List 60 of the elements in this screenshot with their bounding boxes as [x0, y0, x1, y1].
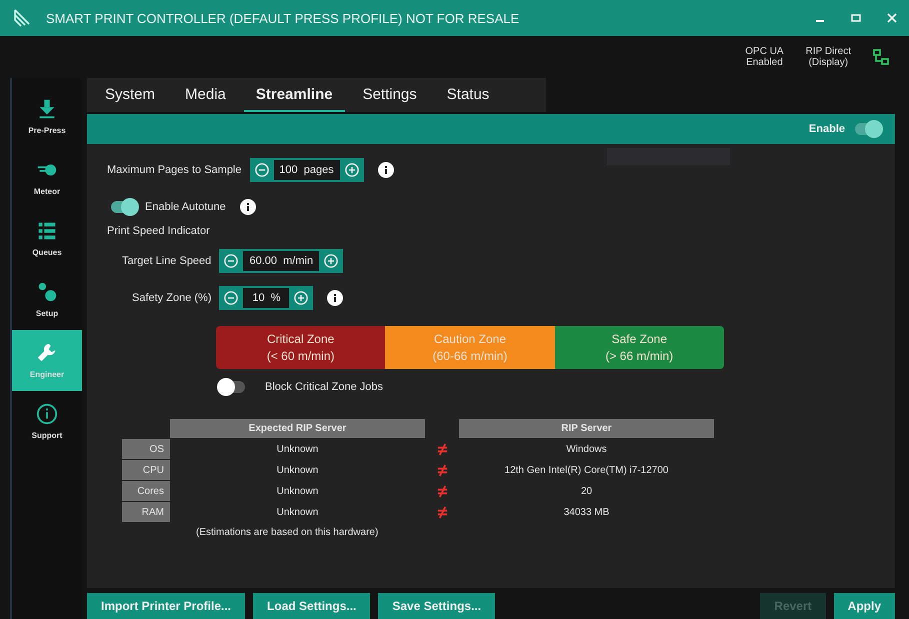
sidebar-item[interactable]: Setup	[12, 269, 82, 330]
table-cell-text: Windows	[565, 442, 608, 456]
connection-status: RIP Direct (Display)	[806, 46, 851, 68]
tab[interactable]: System	[93, 78, 168, 112]
table-cell-text: 34033 MB	[562, 506, 610, 520]
info-icon[interactable]	[240, 199, 256, 215]
table-cell-text: Unknown	[276, 506, 320, 520]
wrench-icon	[36, 342, 58, 364]
tab[interactable]: Media	[173, 78, 238, 112]
autotune-label: Enable Autotune	[145, 201, 226, 213]
table-cell-text: Unknown	[276, 464, 320, 478]
app-logo-icon	[12, 8, 32, 28]
table-cell-text: 20	[580, 484, 594, 498]
sidebar-item[interactable]: Support	[12, 391, 82, 452]
sidebar-item[interactable]: Pre-Press	[12, 86, 82, 147]
info-icon	[36, 403, 58, 425]
info-icon[interactable]	[327, 290, 344, 306]
row-header: RAM	[122, 502, 170, 522]
field-label: Target Line Speed	[122, 255, 212, 267]
window-title: SMART PRINT CONTROLLER (DEFAULT PRESS PROFILE) NOT FOR RESALE	[46, 10, 520, 26]
info-icon[interactable]	[378, 162, 394, 178]
column-header: RIP Server	[459, 419, 714, 438]
row-header: Cores	[122, 481, 170, 501]
speed-zone: Caution Zone (60-66 m/min)	[385, 326, 555, 369]
table-cell-text: 12th Gen Intel(R) Core(TM) i7-12700	[504, 464, 670, 478]
row-header: OS	[122, 439, 170, 459]
minus-icon	[224, 291, 238, 305]
plus-icon	[294, 291, 308, 305]
sidebar-item[interactable]: Queues	[12, 208, 82, 269]
enable-label: Enable	[808, 123, 845, 135]
pages-field[interactable]: 100 pages	[274, 160, 340, 180]
minus-icon	[224, 254, 238, 268]
speed-field[interactable]: 60.00 m/min	[243, 251, 320, 271]
network-icon[interactable]	[873, 49, 889, 65]
close-icon[interactable]	[887, 13, 897, 23]
sidebar-item[interactable]: Meteor	[12, 147, 82, 208]
table-cell-text: Unknown	[276, 484, 320, 498]
field-label: Safety Zone (%)	[132, 292, 212, 304]
speed-zone: Safe Zone (> 66 m/min)	[554, 326, 724, 369]
tab[interactable]: Streamline	[244, 78, 345, 112]
connection-status: OPC UA Enabled	[745, 46, 784, 68]
block-label: Block Critical Zone Jobs	[265, 381, 383, 393]
maximize-icon[interactable]	[851, 13, 861, 23]
list-icon	[36, 220, 58, 242]
row-header: CPU	[122, 460, 170, 480]
tab[interactable]: Settings	[350, 78, 429, 112]
table-note: (Estimations are based on this hardware)	[195, 526, 380, 538]
autotune-toggle[interactable]	[111, 201, 137, 213]
safety-field[interactable]: 10 %	[243, 288, 290, 308]
speed-zone: Critical Zone (< 60 m/min)	[216, 326, 386, 369]
minus-icon	[254, 163, 268, 177]
section-title: Print Speed Indicator	[107, 225, 210, 237]
column-header: Expected RIP Server	[170, 419, 425, 438]
block-toggle[interactable]	[219, 381, 245, 393]
plus-icon	[344, 163, 358, 177]
field-label: Maximum Pages to Sample	[107, 164, 242, 176]
plus-icon	[324, 254, 338, 268]
table-cell-text: Unknown	[276, 442, 320, 456]
enable-toggle[interactable]	[855, 123, 881, 135]
tab[interactable]: Status	[434, 78, 502, 112]
